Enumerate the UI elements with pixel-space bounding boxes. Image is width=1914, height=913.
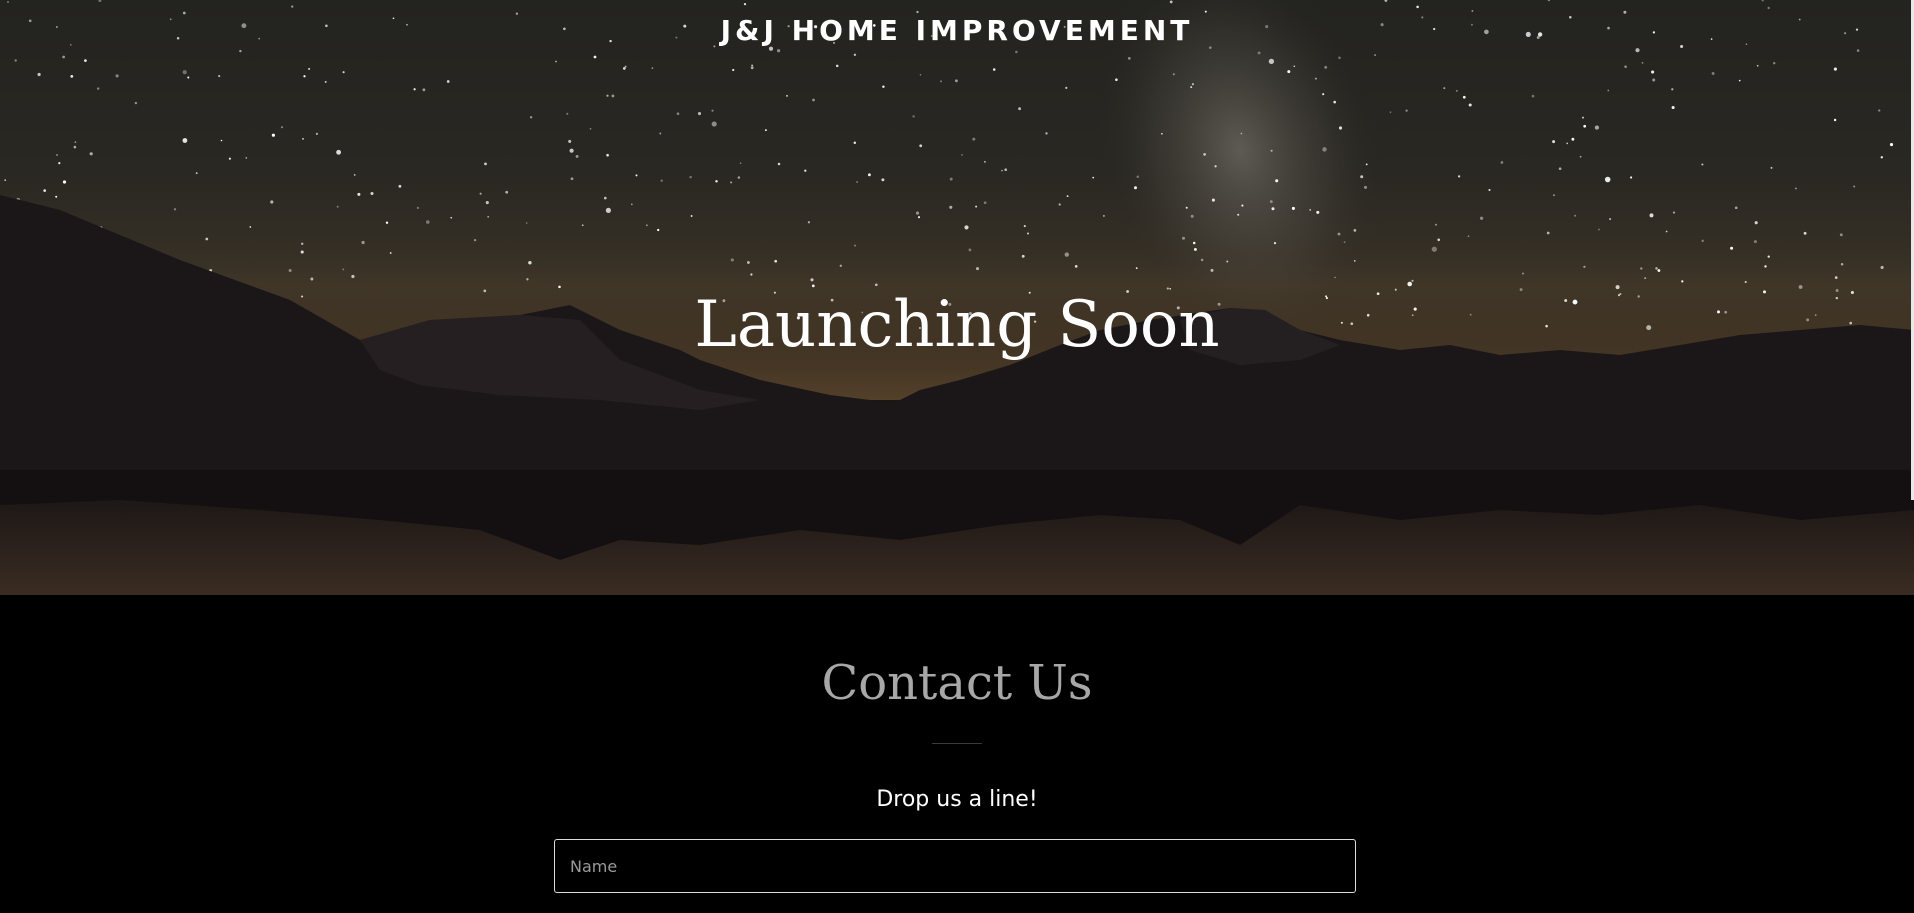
page: J&J HOME IMPROVEMENT Launching Soon Cont… (0, 0, 1914, 913)
contact-title: Contact Us (821, 655, 1093, 711)
contact-tagline: Drop us a line! (876, 787, 1038, 812)
hero-section: J&J HOME IMPROVEMENT Launching Soon (0, 0, 1914, 595)
hero-heading: Launching Soon (694, 288, 1220, 362)
divider (932, 743, 982, 744)
site-title[interactable]: J&J HOME IMPROVEMENT (0, 14, 1914, 47)
name-field[interactable] (554, 839, 1356, 893)
contact-section: Contact Us Drop us a line! (0, 595, 1914, 913)
